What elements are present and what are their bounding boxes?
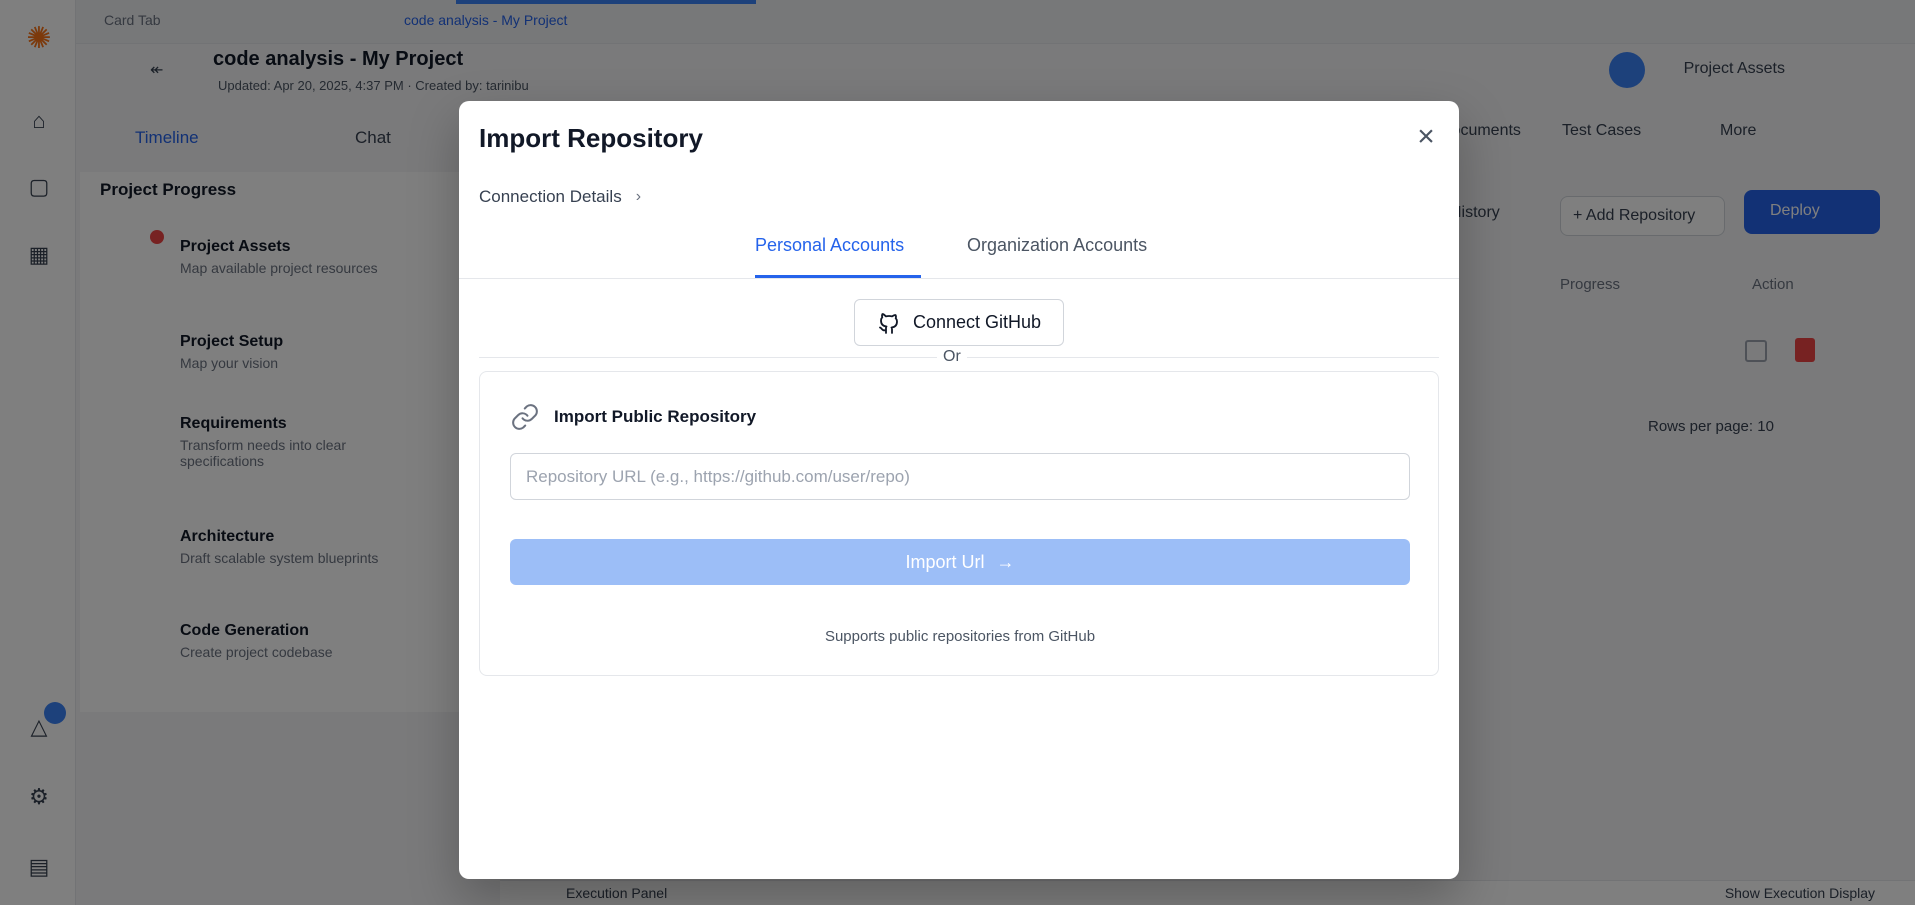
chevron-right-icon: ›: [635, 188, 642, 205]
breadcrumb: Connection Details ›: [479, 187, 641, 207]
support-note: Supports public repositories from GitHub: [824, 628, 1096, 645]
breadcrumb-connection-details[interactable]: Connection Details: [479, 187, 622, 207]
account-tabs: Personal Accounts Organization Accounts: [459, 227, 1459, 279]
link-icon: [512, 404, 538, 430]
import-repository-modal: Import Repository × Connection Details ›…: [459, 101, 1459, 879]
active-tab-underline: [755, 275, 921, 278]
close-icon[interactable]: ×: [1411, 122, 1441, 153]
public-repo-title: Import Public Repository: [554, 407, 757, 426]
connect-github-button[interactable]: Connect GitHub: [854, 299, 1064, 346]
import-url-button[interactable]: Import Url →: [510, 539, 1410, 585]
tab-organization-accounts[interactable]: Organization Accounts: [967, 235, 1147, 270]
or-label: Or: [937, 348, 967, 366]
public-repo-header: Import Public Repository: [510, 402, 756, 432]
tab-personal-accounts[interactable]: Personal Accounts: [755, 235, 904, 270]
connect-github-label: Connect GitHub: [912, 312, 1042, 332]
repository-url-input[interactable]: [510, 453, 1410, 500]
public-repo-card: Import Public Repository Import Url → Su…: [479, 371, 1439, 676]
modal-title: Import Repository: [479, 123, 703, 153]
import-url-label: Import Url: [905, 551, 985, 572]
arrow-right-icon: →: [996, 551, 1015, 572]
github-icon: [879, 312, 898, 334]
